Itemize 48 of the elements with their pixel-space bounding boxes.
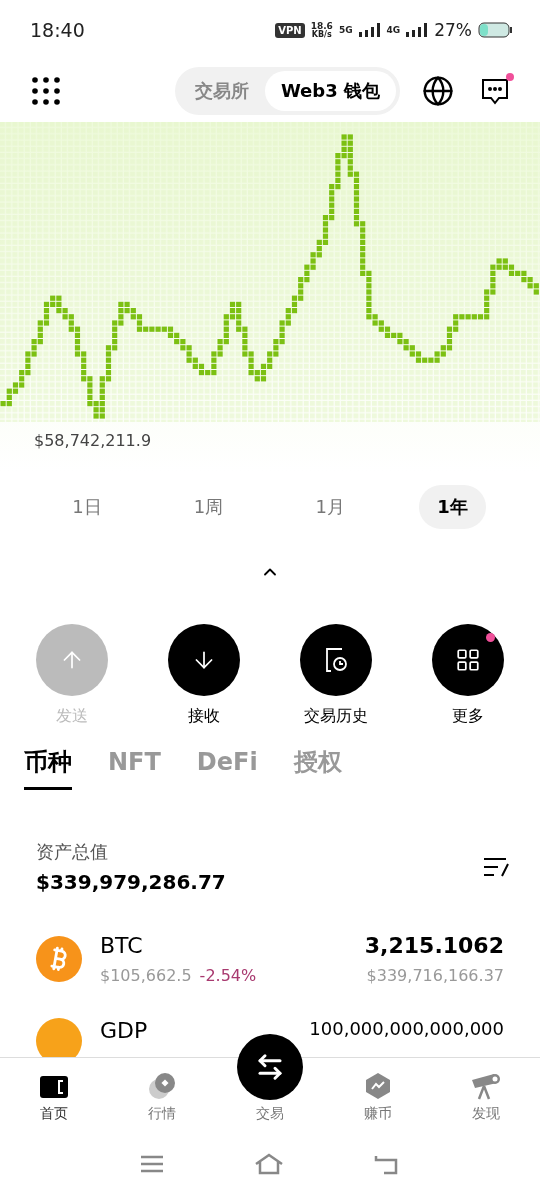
hexagon-chart-icon bbox=[364, 1072, 392, 1100]
coin-logo bbox=[36, 1018, 82, 1057]
nav-item[interactable]: 首页 bbox=[19, 1074, 89, 1123]
coin-amount: 100,000,000,000,000 bbox=[309, 1018, 504, 1039]
speed-unit: KB/s bbox=[311, 30, 332, 39]
coin-price: $105,662.5 bbox=[100, 966, 192, 985]
menu-icon[interactable] bbox=[140, 1154, 164, 1174]
mode-tab[interactable]: 交易所 bbox=[178, 71, 265, 111]
mode-tab[interactable]: Web3 钱包 bbox=[264, 71, 396, 111]
battery-icon bbox=[478, 22, 512, 38]
back-icon[interactable] bbox=[374, 1153, 400, 1175]
price-change: -2.54% bbox=[199, 966, 257, 985]
globe-icon[interactable] bbox=[422, 75, 454, 107]
range-tab[interactable]: 1年 bbox=[419, 485, 486, 529]
asset-tab[interactable]: DeFi bbox=[196, 744, 258, 790]
network-speed: 18.6 bbox=[310, 21, 333, 31]
range-tab[interactable]: 1日 bbox=[54, 485, 120, 529]
nav-item[interactable]: 赚币 bbox=[343, 1072, 413, 1123]
total-label: 资产总值 bbox=[36, 840, 109, 864]
nav-item[interactable]: 行情 bbox=[127, 1072, 197, 1123]
range-tab[interactable]: 1周 bbox=[175, 485, 242, 529]
coins-icon bbox=[147, 1072, 177, 1100]
range-tab[interactable]: 1月 bbox=[297, 485, 363, 529]
coin-symbol: GDP bbox=[100, 1018, 148, 1043]
asset-tab[interactable]: 授权 bbox=[293, 744, 342, 790]
coin-symbol: BTC bbox=[100, 933, 143, 958]
nav-item[interactable]: 发现 bbox=[451, 1072, 521, 1123]
telescope-icon bbox=[470, 1072, 502, 1100]
grid-icon bbox=[455, 647, 481, 673]
total-value: $339,979,286.77 bbox=[36, 870, 226, 894]
signal-icon bbox=[406, 23, 429, 37]
signal-icon bbox=[358, 23, 381, 37]
battery-percent: 27% bbox=[434, 20, 472, 40]
home-icon[interactable] bbox=[254, 1153, 284, 1175]
asset-tab[interactable]: NFT bbox=[108, 744, 161, 790]
asset-tab[interactable]: 币种 bbox=[24, 744, 72, 790]
status-time: 18:40 bbox=[30, 19, 85, 41]
network-type: 5G bbox=[338, 25, 353, 35]
nav-item[interactable]: 交易 bbox=[235, 1105, 305, 1123]
sort-icon[interactable] bbox=[482, 855, 510, 879]
vpn-badge: VPN bbox=[275, 22, 305, 38]
wallet-icon bbox=[39, 1074, 69, 1100]
network-type: 4G bbox=[386, 25, 401, 35]
message-icon[interactable] bbox=[480, 76, 510, 106]
coin-amount: 3,215.1062 bbox=[364, 933, 504, 958]
coin-value: $339,716,166.37 bbox=[366, 966, 504, 985]
chart-low-label: $58,742,211.9 bbox=[34, 431, 152, 450]
apps-grid-icon[interactable] bbox=[32, 77, 60, 105]
